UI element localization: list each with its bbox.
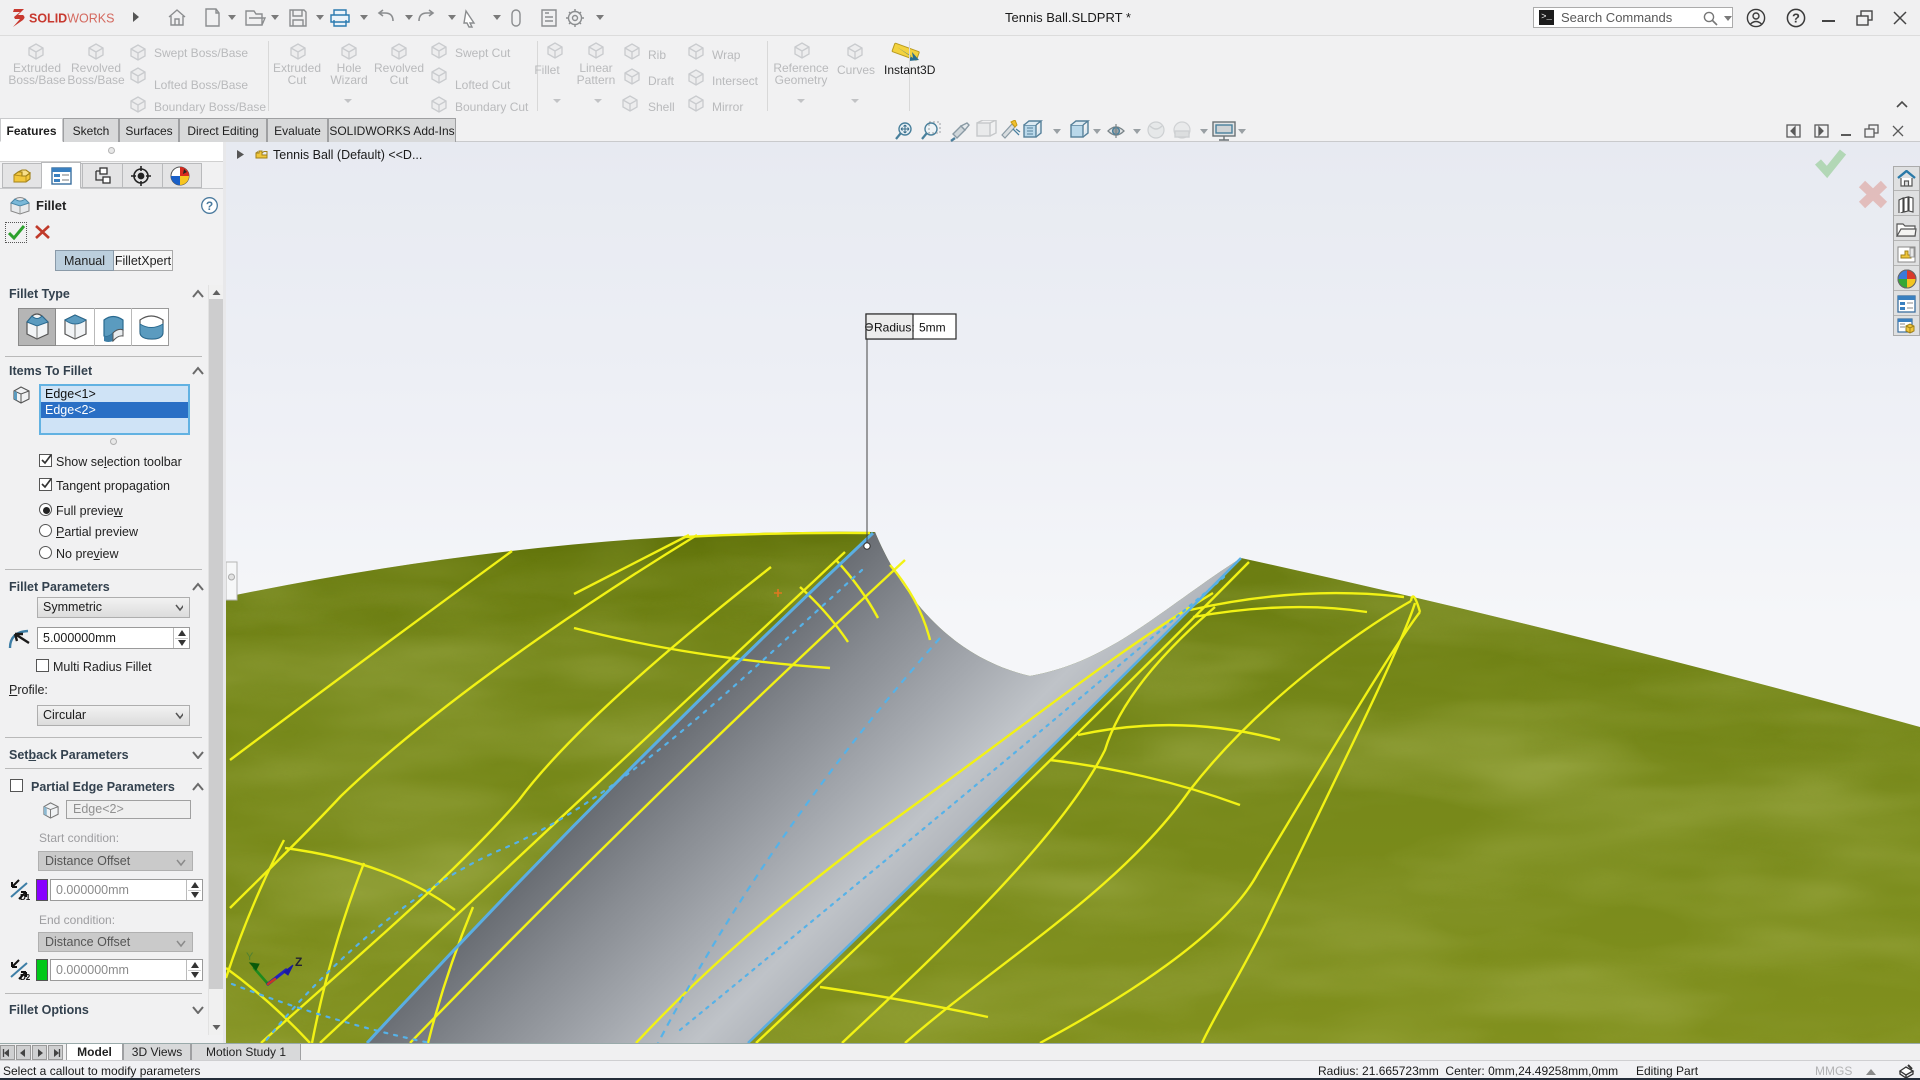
svg-text:Y: Y [246, 951, 254, 963]
svg-text:Z: Z [295, 955, 302, 969]
svg-text:D1: D1 [20, 893, 31, 901]
svg-text:D2: D2 [20, 973, 31, 981]
svg-text:Radius:: Radius: [874, 321, 915, 335]
svg-text:?: ? [1792, 11, 1800, 26]
svg-text:5mm: 5mm [919, 321, 946, 335]
svg-text:?: ? [206, 199, 213, 213]
svg-text:SOLIDWORKS: SOLIDWORKS [29, 12, 114, 26]
svg-text:Tennis Ball (Default) <<D...: Tennis Ball (Default) <<D... [273, 148, 422, 162]
